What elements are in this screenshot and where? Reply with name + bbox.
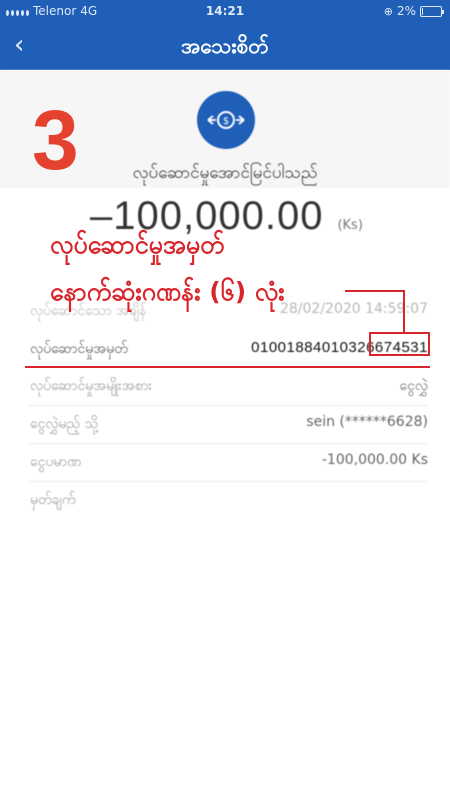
note-label: မှတ်ချက် <box>30 492 76 508</box>
divider <box>28 405 428 406</box>
currency-unit: (Ks) <box>337 218 363 233</box>
divider <box>28 481 428 482</box>
battery-level <box>422 7 423 15</box>
transaction-id-prefix: 0100188401032 <box>251 339 367 356</box>
clock: 14:21 <box>205 4 245 18</box>
receiver-value: sein (******6628) <box>306 414 428 430</box>
money-transfer-icon-graphic: $ <box>207 111 245 129</box>
callout-line-2: နောက်ဆုံးဂဏန်း (၆) လုံး <box>50 277 285 306</box>
step-number: 3 <box>32 93 79 187</box>
detail-row-type: လုပ်ဆောင်မှုအမျိုးအစား ငွေလွှဲ <box>30 376 428 400</box>
transaction-id-label: လုပ်ဆောင်မှုအမှတ် <box>30 341 128 357</box>
page-title: အသေးစိတ် <box>181 34 269 58</box>
callout-connector-vertical <box>403 290 405 333</box>
detail-row-amount: ငွေပမာဏ -100,000.00 Ks <box>30 452 428 476</box>
amount-label: ငွေပမာဏ <box>30 454 82 470</box>
type-value: ငွေလွှဲ <box>399 378 429 394</box>
battery-percent: 2% <box>396 4 416 18</box>
money-transfer-icon: $ <box>197 91 255 149</box>
type-label: လုပ်ဆောင်မှုအမျိုးအစား <box>30 378 152 394</box>
divider <box>28 443 428 444</box>
date-value: 28/02/2020 14:59:07 <box>279 301 428 317</box>
battery-icon <box>420 5 444 17</box>
transaction-id-underline <box>25 366 430 368</box>
detail-row-note: မှတ်ချက် <box>30 490 428 514</box>
callout-connector-horizontal <box>345 290 405 292</box>
amount-value: -100,000.00 Ks <box>321 452 428 468</box>
callout-line-1: လုပ်ဆောင်မှုအမှတ် <box>50 230 225 259</box>
detail-row-receiver: ငွေလွှဲမည့် သို့ sein (******6628) <box>30 414 428 438</box>
receiver-label: ငွေလွှဲမည့် သို့ <box>30 416 99 432</box>
location-icon: ⊕ <box>383 4 393 18</box>
battery-info: ⊕ 2% <box>383 4 444 18</box>
transaction-id-highlight <box>369 332 430 356</box>
status-bar: Telenor 4G 14:21 ⊕ 2% <box>0 0 450 22</box>
svg-text:$: $ <box>223 116 229 127</box>
nav-bar: ‹ အသေးစိတ် <box>0 22 450 70</box>
